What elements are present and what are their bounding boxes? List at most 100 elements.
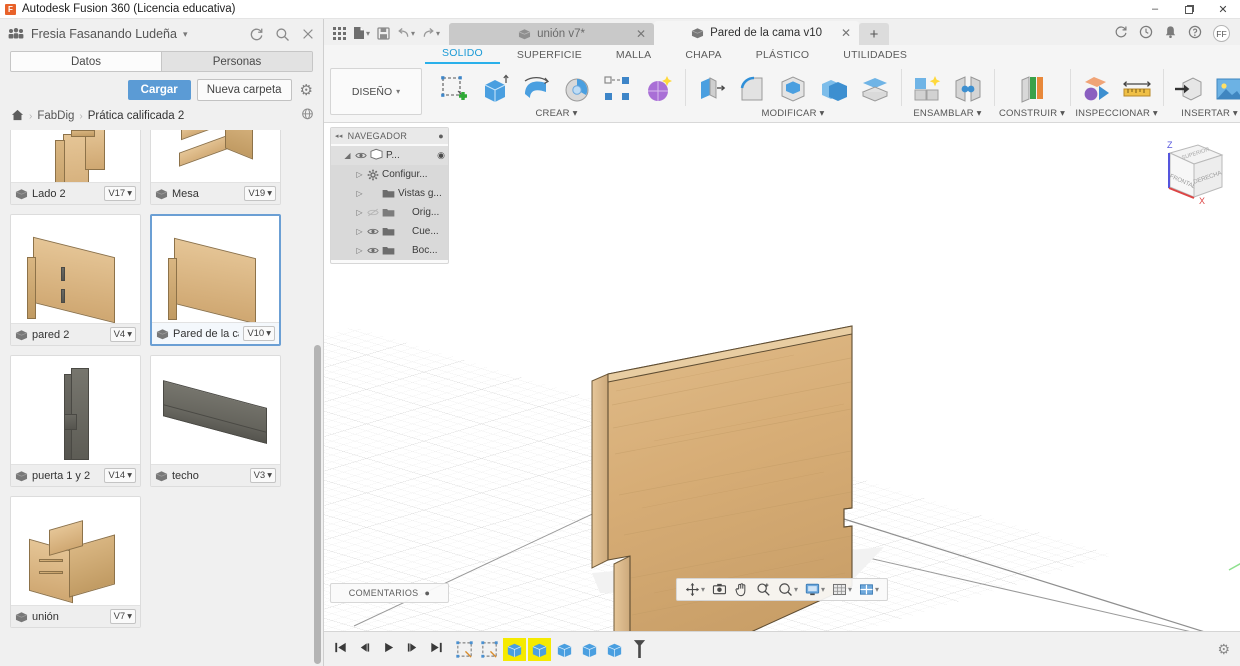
expander-icon[interactable]: ◢: [343, 151, 352, 160]
pattern-icon[interactable]: [599, 70, 637, 108]
file-new-icon[interactable]: ▾: [351, 25, 372, 41]
minimize-button[interactable]: –: [1138, 0, 1172, 19]
combine-icon[interactable]: [815, 70, 853, 108]
close-panel-icon[interactable]: [301, 27, 315, 41]
zoom-icon[interactable]: [753, 581, 774, 598]
viewports-icon[interactable]: ▾: [856, 581, 882, 598]
chevron-down-icon[interactable]: ▾: [821, 585, 825, 594]
ribbon-tab-solido[interactable]: SOLIDO: [425, 47, 500, 64]
data-item-mesa[interactable]: Mesa V19 ▾: [150, 130, 281, 205]
joint-icon[interactable]: [949, 70, 987, 108]
step-forward-button[interactable]: [406, 641, 419, 657]
browser-node-configuraciones[interactable]: ▷ Configur...: [331, 165, 448, 184]
new-sketch-icon[interactable]: [435, 70, 473, 108]
shell-icon[interactable]: [774, 70, 812, 108]
chevron-down-icon[interactable]: ▾: [875, 585, 879, 594]
viewport-canvas[interactable]: ◂◂ NAVEGADOR ● ◢ P... ◉: [324, 123, 1240, 631]
timeline-feature-extrude-1[interactable]: [503, 638, 526, 661]
comments-panel-toggle[interactable]: COMENTARIOS ●: [330, 583, 449, 603]
look-at-icon[interactable]: [709, 581, 730, 598]
visibility-icon[interactable]: [367, 227, 379, 236]
data-item-pared-2[interactable]: pared 2 V4 ▾: [10, 214, 141, 346]
go-to-end-button[interactable]: [430, 641, 443, 657]
timeline-feature-sketch-2[interactable]: [478, 638, 501, 661]
display-settings-icon[interactable]: ▾: [802, 581, 828, 598]
expander-icon[interactable]: ▷: [355, 208, 364, 217]
insert-derive-icon[interactable]: [1170, 70, 1208, 108]
version-chip[interactable]: V4 ▾: [110, 327, 136, 342]
data-item-techo[interactable]: techo V3 ▾: [150, 355, 281, 487]
viewport-3d-scene[interactable]: [324, 123, 1240, 631]
version-chip[interactable]: V14 ▾: [104, 468, 136, 483]
grid-snap-icon[interactable]: ▾: [829, 581, 855, 598]
maximize-button[interactable]: [1172, 0, 1206, 19]
comments-options-icon[interactable]: ●: [424, 588, 430, 598]
timeline-marker-icon[interactable]: [628, 638, 651, 661]
chevron-down-icon[interactable]: ▾: [848, 585, 852, 594]
ribbon-group-label[interactable]: INSERTAR ▾: [1181, 108, 1238, 122]
close-button[interactable]: ✕: [1206, 0, 1240, 19]
ribbon-tab-malla[interactable]: MALLA: [599, 49, 668, 64]
play-button[interactable]: [382, 641, 395, 657]
tab-personas[interactable]: Personas: [161, 52, 312, 71]
ribbon-group-label[interactable]: CREAR ▾: [535, 108, 577, 122]
extrude-icon[interactable]: [476, 70, 514, 108]
browser-node-vistas-guardadas[interactable]: ▷ Vistas g...: [331, 184, 448, 203]
timeline-feature-extrude-2[interactable]: [528, 638, 551, 661]
timeline-feature-extrude-5[interactable]: [603, 638, 626, 661]
ribbon-tab-superficie[interactable]: SUPERFICIE: [500, 49, 599, 64]
ribbon-group-label[interactable]: MODIFICAR ▾: [762, 108, 825, 122]
document-tab-union[interactable]: unión v7* ✕: [449, 23, 654, 45]
insert-canvas-icon[interactable]: [1211, 70, 1240, 108]
data-item-lado-2[interactable]: Lado 2 V17 ▾: [10, 130, 141, 205]
collapse-icon[interactable]: ◂◂: [335, 132, 343, 140]
browser-node-document[interactable]: ◢ P... ◉: [331, 146, 448, 165]
sweep-icon[interactable]: [558, 70, 596, 108]
ribbon-group-label[interactable]: INSPECCIONAR ▾: [1075, 108, 1158, 122]
tab-datos[interactable]: Datos: [11, 52, 161, 71]
fillet-icon[interactable]: [733, 70, 771, 108]
browser-node-cuerpos[interactable]: ▷ Cue...: [331, 222, 448, 241]
document-tab-pared-de-la-cama[interactable]: Pared de la cama v10 ✕: [654, 21, 859, 45]
new-tab-button[interactable]: +: [859, 23, 889, 45]
ribbon-group-label[interactable]: CONSTRUIR ▾: [999, 108, 1065, 122]
fit-icon[interactable]: ▾: [775, 581, 801, 598]
visibility-icon[interactable]: [355, 151, 367, 160]
pan-icon[interactable]: [731, 581, 752, 598]
measure-icon[interactable]: [1118, 70, 1156, 108]
expander-icon[interactable]: ▷: [355, 227, 364, 236]
help-icon[interactable]: [1188, 25, 1202, 42]
chevron-down-icon[interactable]: ▾: [794, 585, 798, 594]
app-grid-icon[interactable]: [331, 26, 348, 41]
data-item-pared-de-la-cama[interactable]: Pared de la cama V10 ▾: [150, 214, 281, 346]
avatar[interactable]: FF: [1213, 25, 1230, 42]
breadcrumb-item-fabdig[interactable]: FabDig: [37, 110, 74, 122]
save-icon[interactable]: [375, 26, 392, 41]
timeline-feature-extrude-4[interactable]: [578, 638, 601, 661]
version-chip[interactable]: V7 ▾: [110, 609, 136, 624]
step-back-button[interactable]: [358, 641, 371, 657]
orbit-icon[interactable]: ▾: [682, 581, 708, 598]
search-icon[interactable]: [275, 27, 290, 42]
go-to-start-button[interactable]: [334, 641, 347, 657]
panel-options-icon[interactable]: ●: [438, 131, 444, 141]
version-chip[interactable]: V3 ▾: [250, 468, 276, 483]
expander-icon[interactable]: ▷: [355, 170, 364, 179]
data-panel-scrollbar[interactable]: [314, 345, 321, 664]
press-pull-icon[interactable]: [692, 70, 730, 108]
ribbon-group-label[interactable]: ENSAMBLAR ▾: [913, 108, 981, 122]
version-chip[interactable]: V17 ▾: [104, 186, 136, 201]
home-icon[interactable]: [11, 109, 24, 124]
gear-icon[interactable]: ⚙: [1217, 641, 1230, 658]
construction-plane-icon[interactable]: [1013, 70, 1051, 108]
version-chip[interactable]: V19 ▾: [244, 186, 276, 201]
close-icon[interactable]: ✕: [636, 27, 646, 41]
revolve-icon[interactable]: [517, 70, 555, 108]
refresh-icon[interactable]: [249, 27, 264, 42]
breadcrumb-item-current[interactable]: Prática calificada 2: [88, 110, 185, 122]
form-icon[interactable]: [640, 70, 678, 108]
browser-node-bocetos[interactable]: ▷ Boc...: [331, 241, 448, 260]
new-component-icon[interactable]: [908, 70, 946, 108]
new-folder-button[interactable]: Nueva carpeta: [197, 79, 292, 101]
ribbon-tab-plastico[interactable]: PLÁSTICO: [739, 49, 827, 64]
